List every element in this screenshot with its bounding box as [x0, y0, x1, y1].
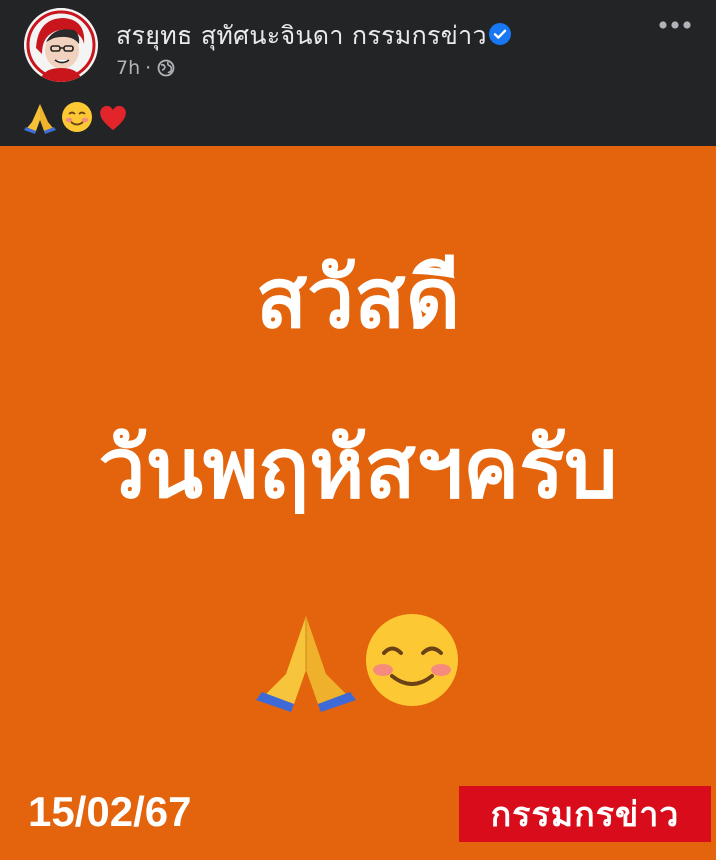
post-caption	[22, 100, 130, 134]
globe-icon[interactable]	[157, 59, 175, 77]
verified-badge-icon	[489, 23, 511, 45]
folded-hands-emoji	[24, 104, 56, 134]
post-header: สรยุทธ สุทัศนะจินดา กรรมกรข่าว 7h ·	[0, 0, 716, 146]
brand-label: กรรมกรข่าว	[490, 795, 680, 835]
folded-hands-emoji	[256, 616, 356, 712]
smiling-face-emoji	[366, 614, 458, 706]
more-options-icon[interactable]	[656, 18, 694, 32]
avatar[interactable]	[24, 8, 98, 82]
emoji-group	[256, 614, 458, 712]
facebook-post: สรยุทธ สุทัศนะจินดา กรรมกรข่าว 7h · สวัส…	[0, 0, 716, 860]
post-date: 15/02/67	[28, 788, 192, 835]
author-name[interactable]: สรยุทธ สุทัศนะจินดา กรรมกรข่าว	[116, 16, 487, 56]
post-timestamp[interactable]: 7h	[116, 57, 140, 79]
post-image[interactable]: สวัสดี วันพฤหัสฯครับ 15/02/67 กรรมกรข่าว	[0, 146, 716, 860]
headline-line2: วันพฤหัสฯครับ	[98, 419, 618, 517]
brand-tag: กรรมกรข่าว	[459, 786, 711, 842]
headline-line1: สวัสดี	[255, 249, 461, 347]
red-heart-emoji	[100, 105, 126, 130]
post-meta: 7h ·	[116, 56, 175, 80]
meta-separator: ·	[145, 57, 152, 79]
smiling-face-emoji	[62, 102, 92, 132]
